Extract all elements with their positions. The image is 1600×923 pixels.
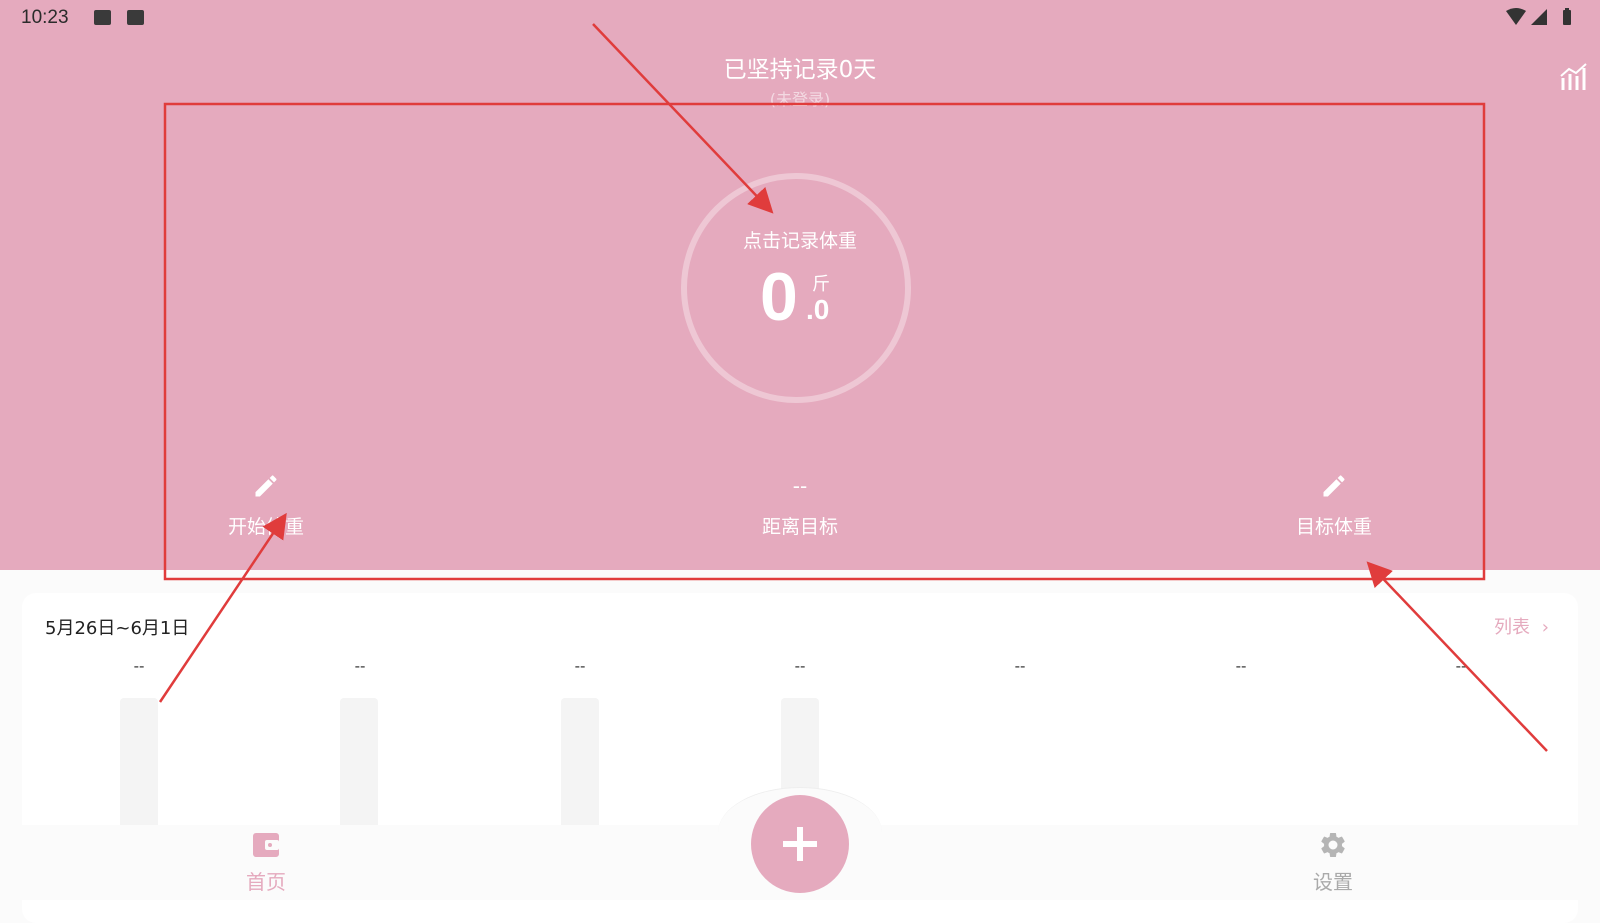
- plus-icon: [783, 827, 817, 861]
- list-link-label: 列表: [1494, 617, 1530, 638]
- pencil-icon: [255, 475, 277, 497]
- nav-settings[interactable]: 设置: [1283, 830, 1383, 895]
- weight-integer: 0: [760, 259, 798, 335]
- wallet-icon: [253, 833, 279, 857]
- streak-title: 已坚持记录0天: [723, 57, 877, 83]
- nav-home[interactable]: 首页: [216, 830, 316, 895]
- day-bar[interactable]: [561, 698, 599, 828]
- gear-icon: [1321, 833, 1345, 857]
- target-weight[interactable]: 目标体重: [1234, 470, 1434, 539]
- day-bar[interactable]: [340, 698, 378, 828]
- distance-value: --: [792, 474, 808, 498]
- distance-to-goal: -- 距离目标: [700, 470, 900, 539]
- day-value: --: [1014, 657, 1026, 675]
- day-value: --: [794, 657, 806, 675]
- day-bar[interactable]: [120, 698, 158, 828]
- nav-home-label: 首页: [246, 870, 286, 894]
- battery-icon: [1563, 8, 1571, 25]
- day-value: --: [1455, 657, 1467, 675]
- chart-icon[interactable]: [1559, 62, 1589, 92]
- status-time: 10:23: [21, 7, 69, 28]
- week-range: 5月26日~6月1日: [45, 618, 190, 639]
- distance-label: 距离目标: [761, 516, 838, 538]
- wifi-icon: [1506, 8, 1526, 25]
- status-bar: 10:23: [0, 0, 1600, 36]
- day-value: --: [133, 657, 145, 675]
- weight-decimal: .0: [806, 294, 830, 325]
- list-link[interactable]: 列表 ›: [1494, 613, 1549, 639]
- nav-settings-label: 设置: [1313, 870, 1353, 894]
- target-weight-label: 目标体重: [1295, 516, 1372, 538]
- day-value: --: [1235, 657, 1247, 675]
- login-status[interactable]: (未登录): [0, 86, 1600, 110]
- day-value: --: [354, 657, 366, 675]
- chevron-right-icon: ›: [1541, 617, 1549, 638]
- record-weight-prompt[interactable]: 点击记录体重: [0, 226, 1600, 253]
- pencil-icon: [1323, 475, 1345, 497]
- start-weight-label: 开始体重: [227, 516, 304, 538]
- signal-icon: [1531, 9, 1547, 25]
- add-record-button[interactable]: [751, 795, 849, 893]
- start-weight[interactable]: 开始体重: [166, 470, 366, 539]
- day-value: --: [574, 657, 586, 675]
- weight-unit: 斤: [812, 274, 830, 295]
- app-notification-icon: [127, 10, 144, 25]
- image-notification-icon: [94, 10, 111, 25]
